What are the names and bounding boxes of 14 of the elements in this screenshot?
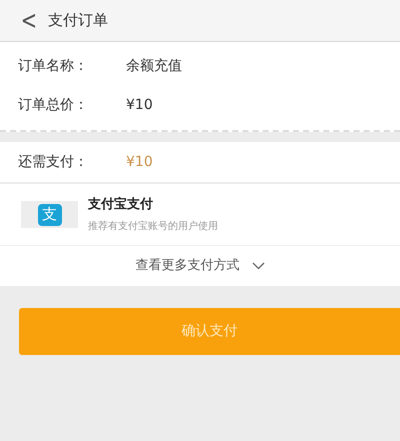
- field-value: 余额充值: [126, 57, 182, 76]
- page-title: 支付订单: [48, 10, 108, 32]
- alipay-logo-icon: 支: [38, 204, 62, 226]
- payment-description: 推荐有支付宝账号的用户使用: [88, 220, 218, 234]
- due-amount: ¥10: [126, 152, 153, 172]
- payment-name: 支付宝支付: [88, 196, 154, 214]
- field-value: ¥10: [126, 96, 153, 115]
- back-button[interactable]: <: [20, 8, 38, 34]
- field-label: 订单名称：: [18, 57, 89, 76]
- chevron-down-icon: [252, 262, 264, 270]
- payment-option[interactable]: 支 支付宝支付 推荐有支付宝账号的用户使用: [0, 184, 400, 246]
- due-label: 还需支付：: [18, 152, 89, 172]
- field-label: 订单总价：: [18, 96, 89, 115]
- more-methods-button[interactable]: 查看更多支付方式: [0, 246, 400, 286]
